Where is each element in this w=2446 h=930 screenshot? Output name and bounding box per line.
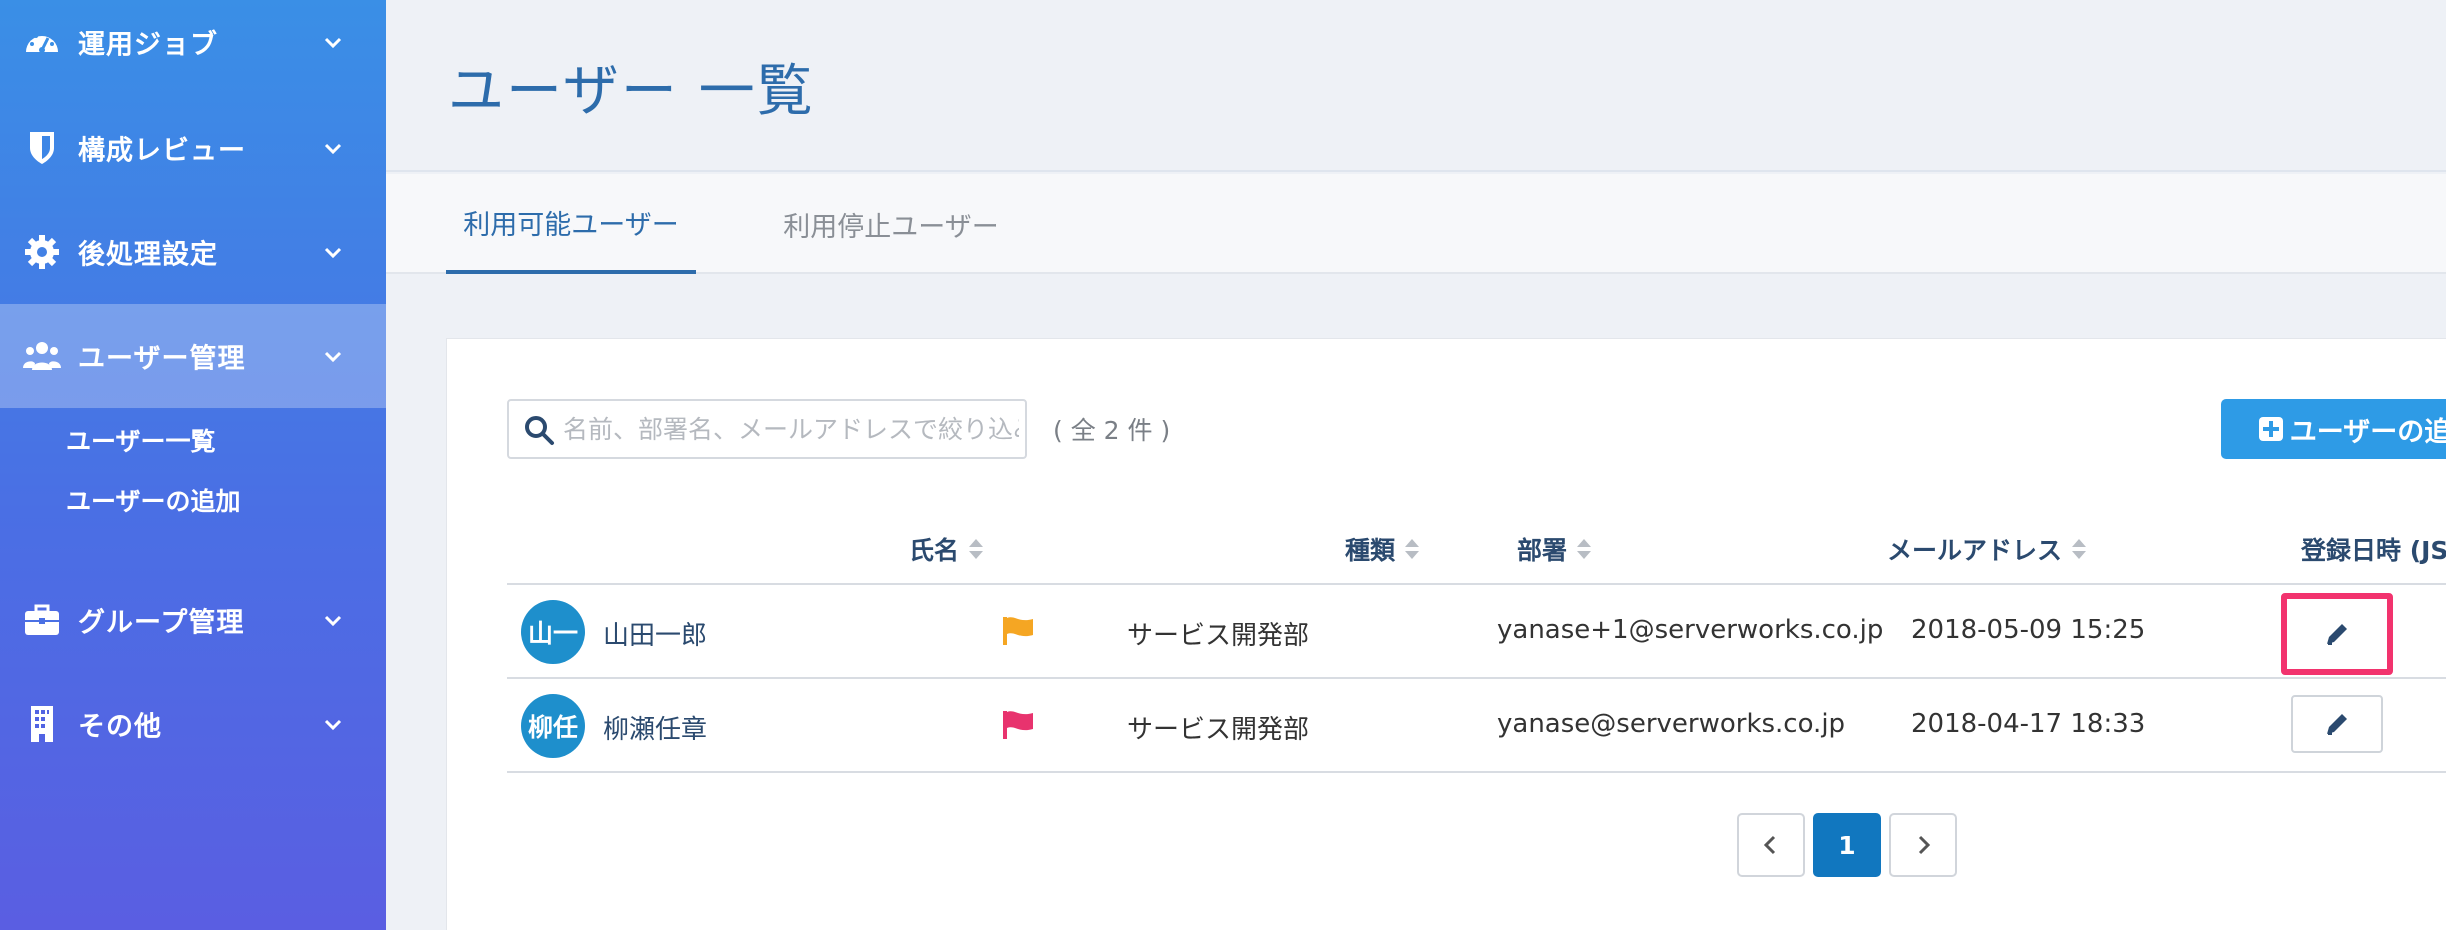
tab-active-users[interactable]: 利用可能ユーザー	[446, 174, 696, 274]
gear-icon	[25, 235, 59, 269]
column-header-registered-at[interactable]: 登録日時 (JST)	[2301, 531, 2446, 567]
column-header-type[interactable]: 種類	[1345, 531, 1421, 567]
sidebar: 運用ジョブ 構成レビュー 後処理設定 ユーザー管理 ユーザー一覧 ユーザーの追加…	[0, 0, 386, 930]
sort-icon	[1577, 539, 1592, 559]
page-title: ユーザー 一覧	[448, 59, 815, 124]
user-name[interactable]: 柳瀬任章	[603, 709, 707, 746]
column-header-email[interactable]: メールアドレス	[1887, 531, 2088, 567]
sidebar-item-label: グループ管理	[78, 607, 245, 639]
column-header-name[interactable]: 氏名	[909, 531, 985, 567]
sidebar-item-operation-jobs[interactable]: 運用ジョブ	[0, 0, 386, 94]
search-icon	[525, 416, 554, 445]
edit-button[interactable]	[2291, 695, 2383, 753]
user-department: サービス開発部	[1127, 621, 1310, 651]
sidebar-item-label: その他	[78, 711, 162, 743]
search-box[interactable]	[507, 399, 1027, 459]
page-header: ユーザー 一覧	[386, 0, 2446, 172]
sidebar-item-user-management[interactable]: ユーザー管理	[0, 304, 386, 408]
avatar: 柳任	[521, 694, 585, 758]
user-department: サービス開発部	[1127, 715, 1310, 745]
avatar: 山一	[521, 600, 585, 664]
dashboard-icon	[26, 31, 58, 53]
tab-bar: 利用可能ユーザー 利用停止ユーザー	[386, 174, 2446, 274]
sidebar-item-label: 運用ジョブ	[78, 29, 218, 61]
chevron-left-icon	[1763, 835, 1776, 855]
sidebar-item-label: ユーザー管理	[78, 343, 246, 375]
table-row: 柳任 柳瀬任章 サービス開発部 yanase@serverworks.co.jp…	[507, 679, 2446, 773]
edit-button[interactable]	[2281, 593, 2393, 675]
pencil-icon	[2327, 714, 2347, 735]
sort-icon	[1405, 539, 1420, 559]
sidebar-subitem-add-user[interactable]: ユーザーの追加	[66, 482, 241, 518]
user-list-panel: ( 全 2 件 ) ユーザーの追加 氏名 種類 部署 メールアドレス	[446, 338, 2446, 930]
sort-icon	[969, 539, 984, 559]
chevron-down-icon	[324, 143, 342, 155]
pagination-next-button[interactable]	[1889, 813, 1957, 877]
sidebar-item-other[interactable]: その他	[0, 672, 386, 776]
user-registered-at: 2018-04-17 18:33	[1911, 709, 2146, 739]
flag-icon	[1003, 617, 1033, 645]
column-header-department[interactable]: 部署	[1517, 531, 1593, 567]
flag-icon	[1003, 711, 1033, 739]
user-registered-at: 2018-05-09 15:25	[1911, 615, 2146, 645]
sidebar-subitem-user-list[interactable]: ユーザー一覧	[66, 422, 216, 458]
chevron-right-icon	[1918, 835, 1931, 855]
shield-icon	[30, 132, 54, 164]
sidebar-item-label: 後処理設定	[78, 239, 218, 271]
search-input[interactable]	[563, 409, 1019, 449]
user-email: yanase@serverworks.co.jp	[1497, 709, 1846, 739]
user-name[interactable]: 山田一郎	[603, 615, 707, 652]
briefcase-icon	[25, 604, 59, 635]
sidebar-item-config-review[interactable]: 構成レビュー	[0, 96, 386, 200]
sort-icon	[2072, 539, 2087, 559]
chevron-down-icon	[324, 719, 342, 731]
sidebar-item-post-processing[interactable]: 後処理設定	[0, 200, 386, 304]
plus-square-icon	[2258, 417, 2283, 441]
tab-suspended-users[interactable]: 利用停止ユーザー	[758, 174, 1024, 274]
table-row: 山一 山田一郎 サービス開発部 yanase+1@serverworks.co.…	[507, 585, 2446, 679]
building-icon	[31, 706, 53, 742]
result-count: ( 全 2 件 )	[1053, 416, 1171, 445]
chevron-down-icon	[324, 247, 342, 259]
add-user-label: ユーザーの追加	[2289, 416, 2446, 448]
chevron-down-icon	[324, 351, 342, 363]
pencil-icon	[2327, 624, 2347, 645]
chevron-down-icon	[324, 37, 342, 49]
main-content: ユーザー 一覧 利用可能ユーザー 利用停止ユーザー ( 全 2 件 ) ユーザー…	[386, 0, 2446, 930]
add-user-button[interactable]: ユーザーの追加	[2221, 399, 2446, 459]
sidebar-item-group-management[interactable]: グループ管理	[0, 568, 386, 672]
pagination-page-current[interactable]: 1	[1813, 813, 1881, 877]
users-icon	[23, 342, 61, 370]
user-email: yanase+1@serverworks.co.jp	[1497, 615, 1884, 645]
pagination-prev-button[interactable]	[1737, 813, 1805, 877]
sidebar-item-label: 構成レビュー	[78, 135, 246, 167]
chevron-down-icon	[324, 615, 342, 627]
